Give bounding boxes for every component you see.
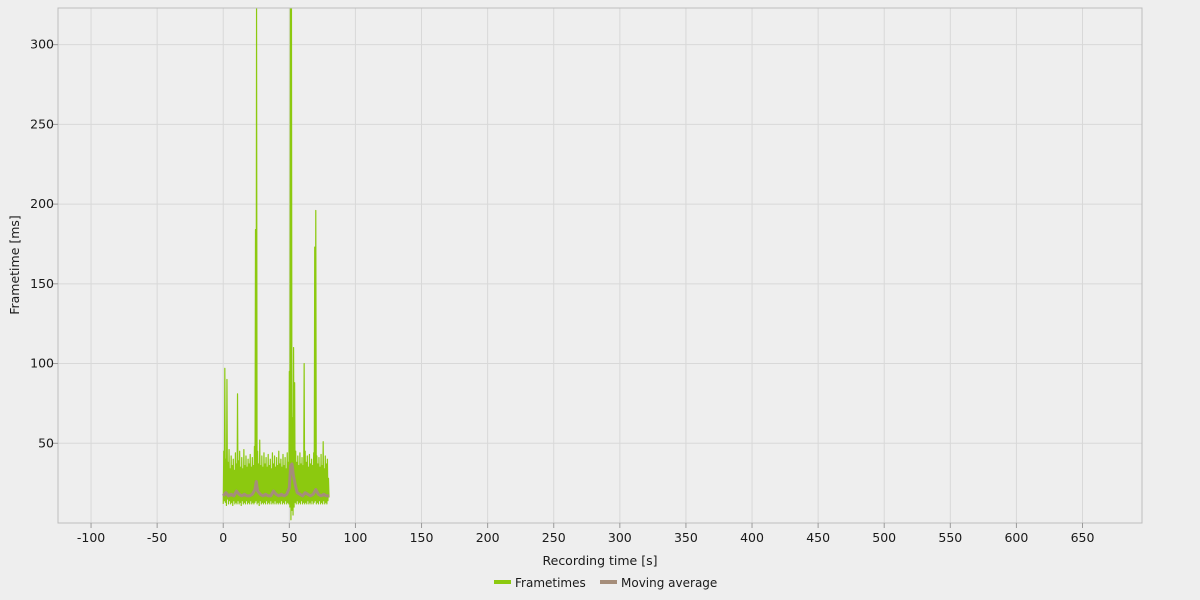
x-tick-label: 600 <box>1004 530 1028 545</box>
x-tick-label: -100 <box>77 530 105 545</box>
x-tick-label: -50 <box>147 530 167 545</box>
y-tick-label: 300 <box>30 37 54 52</box>
x-tick-label: 450 <box>806 530 830 545</box>
x-tick-label: 400 <box>740 530 764 545</box>
y-axis-title: Frametime [ms] <box>7 215 22 315</box>
x-tick-label: 150 <box>410 530 434 545</box>
legend-label-frametimes: Frametimes <box>515 576 586 590</box>
y-tick-label: 50 <box>38 435 54 450</box>
x-tick-label: 200 <box>476 530 500 545</box>
chart-background <box>0 0 1200 600</box>
legend-label-moving-average: Moving average <box>621 576 717 590</box>
x-tick-label: 0 <box>219 530 227 545</box>
y-tick-label: 150 <box>30 276 54 291</box>
x-tick-label: 250 <box>542 530 566 545</box>
frametime-chart: -100 -50 0 50 100 150 200 250 300 350 400 450 500 550… <box>0 0 1200 600</box>
x-tick-label: 350 <box>674 530 698 545</box>
x-tick-label: 100 <box>344 530 368 545</box>
y-tick-label: 200 <box>30 196 54 211</box>
x-tick-label: 50 <box>281 530 297 545</box>
y-tick-label: 250 <box>30 116 54 131</box>
x-axis-title: Recording time [s] <box>543 553 658 568</box>
x-tick-label: 650 <box>1071 530 1095 545</box>
x-tick-label: 550 <box>938 530 962 545</box>
y-tick-label: 100 <box>30 356 54 371</box>
x-tick-label: 500 <box>872 530 896 545</box>
x-tick-label: 300 <box>608 530 632 545</box>
